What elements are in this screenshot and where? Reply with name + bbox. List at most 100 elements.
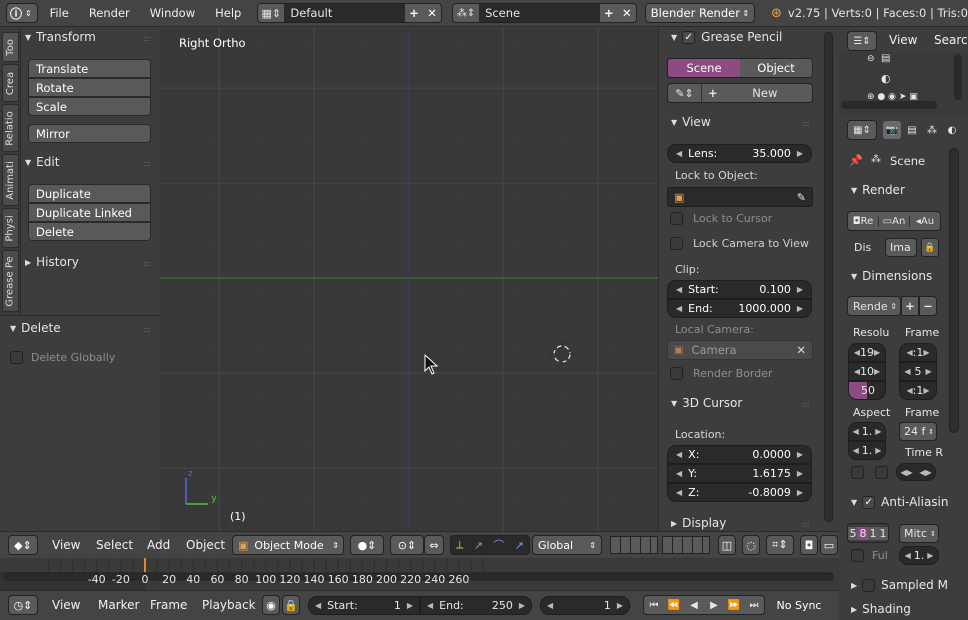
eyedropper-icon[interactable]: ✎ (797, 191, 806, 204)
arrow-right-icon[interactable]: ▶ (617, 601, 623, 610)
tab-create[interactable]: Crea (2, 64, 19, 102)
local-camera-field[interactable]: ▣ Camera ✕ (667, 340, 813, 360)
render-image-button[interactable]: ◘ Re (848, 215, 879, 227)
render-border-checkbox[interactable]: Render Border (670, 367, 773, 380)
frame-start-field[interactable]: ◀:1 ▶ (899, 343, 937, 362)
frame-end-field[interactable]: ◀ End: 250 ▶ (420, 596, 532, 615)
menu-object[interactable]: Object (186, 538, 225, 552)
screen-layout-selector[interactable]: ▦⇕ Default + ✕ (257, 3, 443, 23)
display-panel-header[interactable]: ▶ Display (671, 516, 726, 530)
clip-end-field[interactable]: ◀ End: 1000.000 ▶ (667, 299, 812, 318)
edit-panel-header[interactable]: ▼ Edit (25, 155, 59, 169)
anti-aliasing-panel-header[interactable]: ▼ ✓ Anti-Aliasin (851, 495, 949, 509)
arrow-right-icon[interactable]: ▶ (519, 601, 525, 610)
arrow-right-icon[interactable]: ▶ (797, 469, 803, 478)
lock-camera-checkbox[interactable]: Lock Camera to View (670, 237, 809, 250)
pin-icon[interactable]: 📌 (849, 154, 863, 167)
lock-icon[interactable]: 🔒 (921, 238, 939, 257)
aa-samples-8[interactable]: 8 (858, 526, 868, 540)
rotate-manipulator-icon[interactable]: ↗ (474, 539, 483, 552)
tl-menu-marker[interactable]: Marker (98, 598, 139, 612)
display-select[interactable]: Ima (885, 238, 917, 257)
jump-keyframe-forward-icon[interactable]: ⏩ (724, 600, 744, 611)
full-sample-checkbox[interactable]: Ful (851, 549, 888, 562)
drag-grip-icon[interactable]: :::: (143, 34, 151, 43)
drag-grip-icon[interactable]: :::: (802, 400, 810, 409)
menu-add[interactable]: Add (147, 538, 170, 552)
arrow-left-icon[interactable]: ◀ (905, 551, 911, 560)
anti-aliasing-checkbox[interactable]: ✓ (862, 495, 876, 509)
tab-tools[interactable]: Too (2, 32, 19, 62)
aa-filter-select[interactable]: Mitc ⇕ (899, 524, 939, 543)
properties-editor-scrollbar[interactable] (949, 148, 959, 433)
world-tab-icon[interactable]: ◐ (943, 121, 961, 139)
timeline[interactable]: -40 -20 0 20 40 60 80 100 120 140 160 180 200 220 240 2… (0, 558, 839, 590)
scene-source-button[interactable]: Scene (668, 59, 740, 77)
resolution-percent-slider[interactable]: 50 (848, 381, 886, 400)
arrow-right-icon[interactable]: ▶ (927, 551, 933, 560)
current-frame-field[interactable]: ◀ 1 ▶ (540, 596, 630, 615)
tl-menu-playback[interactable]: Playback (202, 598, 256, 612)
clip-start-field[interactable]: ◀ Start: 0.100 ▶ (667, 280, 812, 299)
cursor-y-field[interactable]: ◀ Y: 1.6175 ▶ (667, 464, 812, 483)
transform-panel-header[interactable]: ▼ Transform (25, 30, 96, 44)
resolution-x-field[interactable]: ◀ 19 ▶ (848, 343, 886, 362)
properties-scrollbar[interactable] (819, 28, 838, 531)
arrow-left-icon[interactable]: ◀ (676, 488, 682, 497)
grease-pencil-checkbox[interactable]: ✓ (682, 30, 696, 44)
cursor-z-field[interactable]: ◀ Z: -0.8009 ▶ (667, 483, 812, 502)
tab-grease-pencil[interactable]: Grease Pe (2, 250, 19, 312)
arrow-left-icon[interactable]: ◀ (676, 469, 682, 478)
mirror-button[interactable]: Mirror (28, 124, 151, 143)
arrow-left-icon[interactable]: ◀ (904, 367, 910, 376)
render-viewport-icon[interactable]: ◘ (800, 535, 818, 555)
proportional-edit-icon[interactable]: ◌ (742, 535, 760, 555)
arrow-left-icon[interactable]: ◀ (853, 427, 859, 436)
lock-to-cursor-checkbox[interactable]: Lock to Cursor (670, 212, 772, 225)
object-source-button[interactable]: Object (740, 59, 812, 77)
arrow-left-icon[interactable]: ◀ (547, 601, 553, 610)
outliner-view-menu[interactable]: View (889, 33, 917, 47)
pivot-point-select[interactable]: ⊙⇕ (390, 535, 424, 555)
arrow-left-icon[interactable]: ◀ (676, 304, 682, 313)
3d-cursor-icon[interactable] (551, 343, 575, 367)
menu-select[interactable]: Select (96, 538, 133, 552)
menu-window[interactable]: Window (140, 6, 205, 20)
aspect-x-field[interactable]: ◀ 1. ▶ (848, 422, 886, 441)
drag-grip-icon[interactable]: :::: (143, 159, 151, 168)
sync-mode-select[interactable]: No Sync (770, 595, 828, 615)
arrow-right-icon[interactable]: ▶ (875, 446, 881, 455)
drag-grip-icon[interactable]: :::: (802, 119, 810, 128)
arrow-right-icon[interactable]: ▶ (797, 488, 803, 497)
border-checkbox[interactable] (851, 466, 864, 479)
tl-menu-frame[interactable]: Frame (150, 598, 187, 612)
operator-header[interactable]: ▼ Delete (10, 321, 61, 335)
arrow-right-icon[interactable]: ▶ (923, 386, 929, 395)
resolution-y-field[interactable]: ◀ 10 ▶ (848, 362, 886, 381)
aa-samples-16[interactable]: 1 (878, 526, 888, 540)
jump-start-icon[interactable]: ⏮ (644, 600, 664, 611)
scrollbar-thumb[interactable] (824, 32, 833, 522)
arrow-right-icon[interactable]: ▶ (407, 601, 413, 610)
use-preview-range-icon[interactable]: ◉ (262, 595, 280, 615)
time-remap-fields[interactable]: ◀▶ ◀▶ (896, 463, 936, 481)
arrow-left-icon[interactable]: ◀ (315, 601, 321, 610)
transform-orientation-select[interactable]: Global ⇕ (532, 535, 602, 555)
timeline-editor-type[interactable]: ◷⇕ (8, 595, 38, 615)
render-engine-select[interactable]: Blender Render ⇕ (644, 3, 756, 23)
history-panel-header[interactable]: ▶ History (25, 255, 79, 269)
outliner-editor-type[interactable]: ☰⇕ (847, 31, 877, 51)
aa-samples-11[interactable]: 1 (868, 526, 878, 540)
render-tab-icon[interactable]: 📷 (883, 121, 901, 139)
outliner-tree[interactable]: ⊖ ▤ ◐ ⊕ ● ◉ ➤ ▣ (839, 52, 968, 114)
arrow-right-icon[interactable]: ▶ (797, 285, 803, 294)
dimensions-panel-header[interactable]: ▼ Dimensions (851, 269, 932, 283)
render-animation-icon[interactable]: ▭ (820, 535, 838, 555)
crop-checkbox[interactable] (875, 466, 888, 479)
duplicate-linked-button[interactable]: Duplicate Linked (28, 203, 151, 222)
play-icon[interactable]: ▶ (704, 600, 724, 611)
arrow-left-icon[interactable]: ◀▶ (900, 468, 912, 477)
translate-button[interactable]: Translate (28, 59, 151, 78)
3d-cursor-panel-header[interactable]: ▼ 3D Cursor (671, 396, 742, 410)
delete-globally-checkbox[interactable]: Delete Globally (10, 351, 115, 364)
